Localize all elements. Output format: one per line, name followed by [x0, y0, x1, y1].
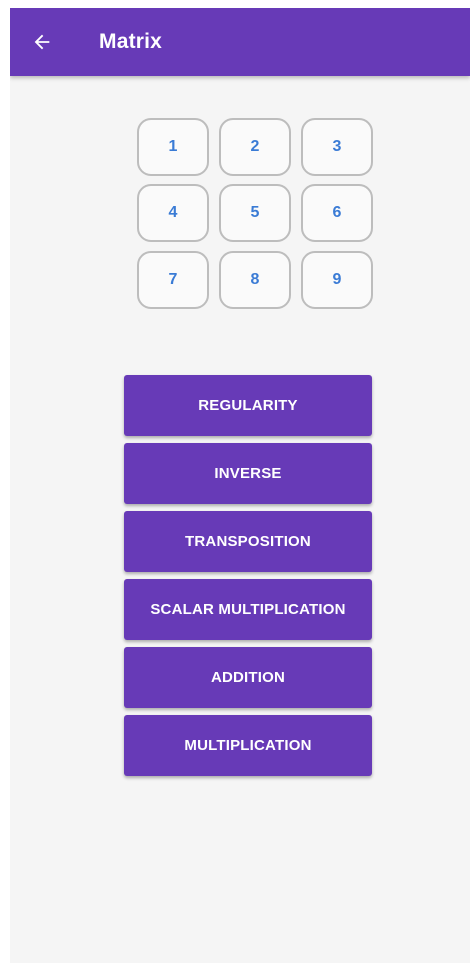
matrix-cell-2[interactable]: 2	[219, 118, 291, 176]
regularity-button[interactable]: REGULARITY	[124, 375, 372, 436]
inverse-button[interactable]: INVERSE	[124, 443, 372, 504]
matrix-cell-6[interactable]: 6	[301, 184, 373, 242]
matrix-cell-5[interactable]: 5	[219, 184, 291, 242]
addition-button[interactable]: ADDITION	[124, 647, 372, 708]
transposition-button[interactable]: TRANSPOSITION	[124, 511, 372, 572]
matrix-cell-8[interactable]: 8	[219, 251, 291, 309]
matrix-cell-3[interactable]: 3	[301, 118, 373, 176]
matrix-cell-7[interactable]: 7	[137, 251, 209, 309]
multiplication-button[interactable]: MULTIPLICATION	[124, 715, 372, 776]
scalar-multiplication-button[interactable]: SCALAR MULTIPLICATION	[124, 579, 372, 640]
screen: Matrix 1 2 3 4 5 6 7 8 9 REGULARITY INVE…	[10, 8, 470, 963]
page-title: Matrix	[99, 30, 163, 53]
back-button[interactable]	[10, 8, 74, 76]
matrix-cell-9[interactable]: 9	[301, 251, 373, 309]
matrix-grid: 1 2 3 4 5 6 7 8 9	[137, 118, 377, 310]
arrow-back-icon	[34, 34, 50, 50]
app-bar: Matrix	[10, 8, 470, 76]
matrix-cell-1[interactable]: 1	[137, 118, 209, 176]
matrix-cell-4[interactable]: 4	[137, 184, 209, 242]
